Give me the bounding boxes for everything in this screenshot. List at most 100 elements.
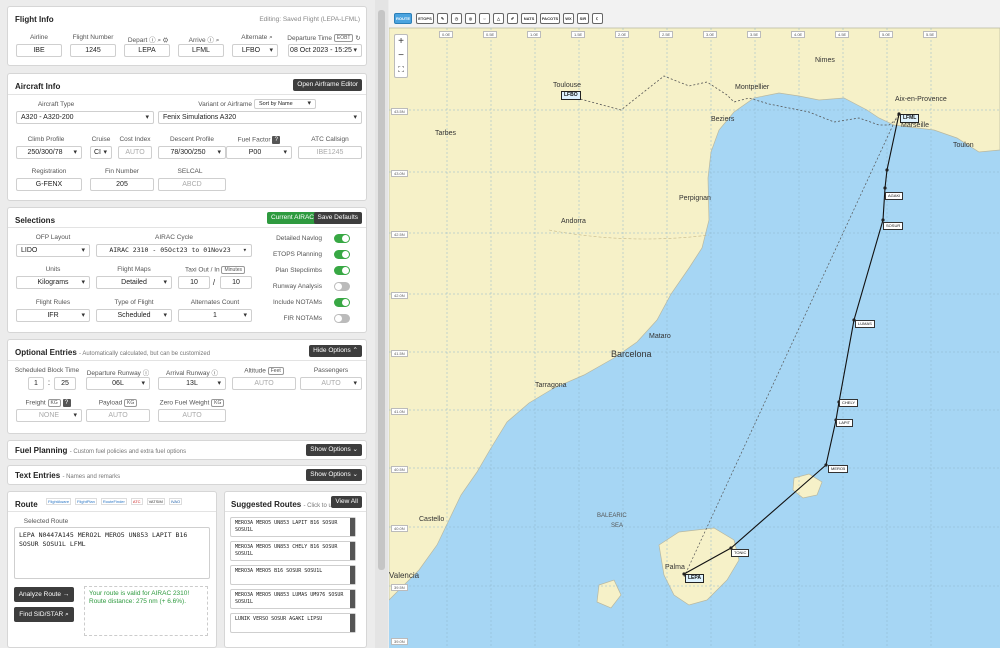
sir-layer-button[interactable]: SIR bbox=[577, 13, 589, 24]
waypoint-label[interactable]: TONIC bbox=[731, 549, 750, 557]
text-show-options-button[interactable]: Show Options ⌄ bbox=[306, 469, 362, 481]
flight-maps-select[interactable]: Detailed bbox=[96, 276, 172, 289]
registration-input[interactable]: G-FENX bbox=[16, 178, 82, 191]
use-route-handle[interactable] bbox=[350, 566, 355, 584]
etops-planning-toggle[interactable] bbox=[334, 250, 350, 259]
use-route-handle[interactable] bbox=[350, 614, 355, 632]
search-icon[interactable]: ⌕ bbox=[216, 37, 220, 44]
sort-by-select[interactable]: Sort by Name bbox=[254, 99, 316, 109]
fullscreen-button[interactable]: ⛶ bbox=[395, 63, 407, 77]
taxi-out-input[interactable]: 10 bbox=[178, 276, 210, 289]
alternate-select[interactable]: LFBO bbox=[232, 44, 278, 57]
waypoint-label[interactable]: MERO5 bbox=[828, 465, 849, 473]
payload-input[interactable]: AUTO bbox=[86, 409, 150, 422]
search-icon[interactable]: ⌕ bbox=[157, 37, 161, 44]
draw-icon[interactable]: ✎ bbox=[437, 13, 448, 24]
nats-layer-button[interactable]: NATS bbox=[521, 13, 537, 24]
zoom-in-button[interactable]: + bbox=[395, 35, 407, 49]
block-time-minutes[interactable]: 25 bbox=[54, 377, 76, 390]
selcal-input[interactable]: ABCD bbox=[158, 178, 226, 191]
departure-time-select[interactable]: 08 Oct 2023 - 15:25 bbox=[288, 44, 362, 57]
route-textarea[interactable]: LEPA N0447A145 MERO2L MERO5 UN853 LAPIT … bbox=[14, 527, 210, 579]
descent-profile-select[interactable]: 78/300/250 bbox=[158, 146, 226, 159]
fir-notams-toggle[interactable] bbox=[334, 314, 350, 323]
page-scrollbar[interactable] bbox=[375, 0, 388, 648]
waypoint-label[interactable]: SOSUR bbox=[883, 222, 904, 230]
climb-profile-select[interactable]: 250/300/78 bbox=[16, 146, 82, 159]
taxi-in-input[interactable]: 10 bbox=[220, 276, 252, 289]
wx-layer-button[interactable]: WX bbox=[563, 13, 574, 24]
view-all-button[interactable]: View All bbox=[331, 496, 362, 508]
settings-icon[interactable]: ⚙ bbox=[163, 37, 168, 44]
arrival-runway-select[interactable]: 13L bbox=[158, 377, 226, 390]
target-icon[interactable]: ◎ bbox=[465, 13, 476, 24]
fuel-factor-select[interactable]: P00 bbox=[226, 146, 292, 159]
airline-input[interactable]: IBE bbox=[16, 44, 62, 57]
suggested-route-item[interactable]: MERO3A MERO5 UN853 CHELY B16 SOSUR SOSU1… bbox=[230, 541, 356, 561]
runway-analysis-toggle[interactable] bbox=[334, 282, 350, 291]
hide-options-button[interactable]: Hide Options ⌃ bbox=[309, 345, 362, 357]
route-map[interactable]: ROUTE ETOPS ✎ ◷ ◎ ○ △ ✐ NATS PACOTS WX S… bbox=[389, 0, 1000, 648]
provider-flightplan[interactable]: FlightPlan bbox=[75, 498, 97, 505]
provider-ivao[interactable]: IVAO bbox=[168, 498, 183, 505]
fin-number-input[interactable]: 205 bbox=[90, 178, 154, 191]
cost-index-input[interactable]: AUTO bbox=[118, 146, 152, 159]
pencil-icon[interactable]: ✐ bbox=[507, 13, 518, 24]
flight-number-input[interactable]: 1245 bbox=[70, 44, 116, 57]
airac-cycle-select[interactable]: AIRAC 2310 - 05Oct23 to 01Nov23 bbox=[96, 244, 252, 257]
zfw-input[interactable]: AUTO bbox=[158, 409, 226, 422]
current-airac-button[interactable]: Current AIRAC bbox=[267, 212, 318, 224]
refresh-icon[interactable]: ↻ bbox=[355, 35, 360, 42]
suggested-route-item[interactable]: MERO3A MERO5 UN853 LUMAS UM976 SOSUR SOS… bbox=[230, 589, 356, 609]
clock-icon[interactable]: ◷ bbox=[451, 13, 462, 24]
airport-label[interactable]: LFML bbox=[900, 114, 920, 123]
find-sid-star-button[interactable]: Find SID/STAR ⌕ bbox=[14, 607, 74, 622]
aircraft-type-select[interactable]: A320 - A320-200 bbox=[16, 111, 154, 124]
depart-input[interactable]: LEPA bbox=[124, 44, 170, 57]
route-layer-button[interactable]: ROUTE bbox=[394, 13, 412, 24]
moon-icon[interactable]: ☾ bbox=[592, 13, 603, 24]
passengers-select[interactable]: AUTO bbox=[300, 377, 362, 390]
include-notams-toggle[interactable] bbox=[334, 298, 350, 307]
fuel-show-options-button[interactable]: Show Options ⌄ bbox=[306, 444, 362, 456]
warning-icon[interactable]: △ bbox=[493, 13, 504, 24]
units-select[interactable]: Kilograms bbox=[16, 276, 90, 289]
cruise-select[interactable]: CI bbox=[90, 146, 112, 159]
plan-stepclimbs-toggle[interactable] bbox=[334, 266, 350, 275]
search-icon[interactable]: ⌕ bbox=[269, 34, 273, 41]
airport-label[interactable]: LEPA bbox=[685, 574, 704, 583]
suggested-route-item[interactable]: LUNIK VERSO SOSUR AGAKI LIPSU bbox=[230, 613, 356, 633]
help-icon[interactable]: ? bbox=[272, 136, 281, 144]
waypoint-label[interactable]: LUMAS bbox=[855, 320, 875, 328]
departure-runway-select[interactable]: 06L bbox=[86, 377, 150, 390]
suggested-route-item[interactable]: MERO3A MERO5 B16 SOSUR SOSU1L bbox=[230, 565, 356, 585]
use-route-handle[interactable] bbox=[350, 542, 355, 560]
waypoint-label[interactable]: LAPIT bbox=[836, 419, 854, 427]
analyze-route-button[interactable]: Analyze Route → bbox=[14, 587, 74, 602]
open-airframe-editor-button[interactable]: Open Airframe Editor bbox=[293, 79, 362, 91]
circle-icon[interactable]: ○ bbox=[479, 13, 490, 24]
type-of-flight-select[interactable]: Scheduled bbox=[96, 309, 172, 322]
provider-routefinder[interactable]: RouteFinder bbox=[100, 498, 127, 505]
freight-select[interactable]: NONE bbox=[16, 409, 82, 422]
altitude-input[interactable]: AUTO bbox=[232, 377, 296, 390]
provider-atc[interactable]: ATC bbox=[130, 498, 143, 505]
detailed-navlog-toggle[interactable] bbox=[334, 234, 350, 243]
alternates-count-select[interactable]: 1 bbox=[178, 309, 252, 322]
use-route-handle[interactable] bbox=[350, 518, 355, 536]
scrollbar-thumb[interactable] bbox=[378, 10, 385, 570]
help-icon[interactable]: ? bbox=[62, 399, 71, 407]
etops-layer-button[interactable]: ETOPS bbox=[416, 13, 434, 24]
zoom-out-button[interactable]: − bbox=[395, 49, 407, 63]
airport-label[interactable]: LFBO bbox=[561, 91, 581, 100]
variant-select[interactable]: Fenix Simulations A320 bbox=[158, 111, 362, 124]
ofp-layout-select[interactable]: LIDO bbox=[16, 244, 90, 257]
suggested-route-item[interactable]: MERO3A MERO5 UN853 LAPIT B16 SOSUR SOSU1… bbox=[230, 517, 356, 537]
provider-flightaware[interactable]: FlightAware bbox=[46, 498, 72, 505]
provider-vatsim[interactable]: VATSIM bbox=[146, 498, 165, 505]
save-defaults-button[interactable]: Save Defaults bbox=[313, 212, 362, 224]
block-time-hours[interactable]: 1 bbox=[28, 377, 44, 390]
atc-callsign-input[interactable]: IBE1245 bbox=[298, 146, 362, 159]
waypoint-label[interactable]: AGAKI bbox=[885, 192, 904, 200]
use-route-handle[interactable] bbox=[350, 590, 355, 608]
